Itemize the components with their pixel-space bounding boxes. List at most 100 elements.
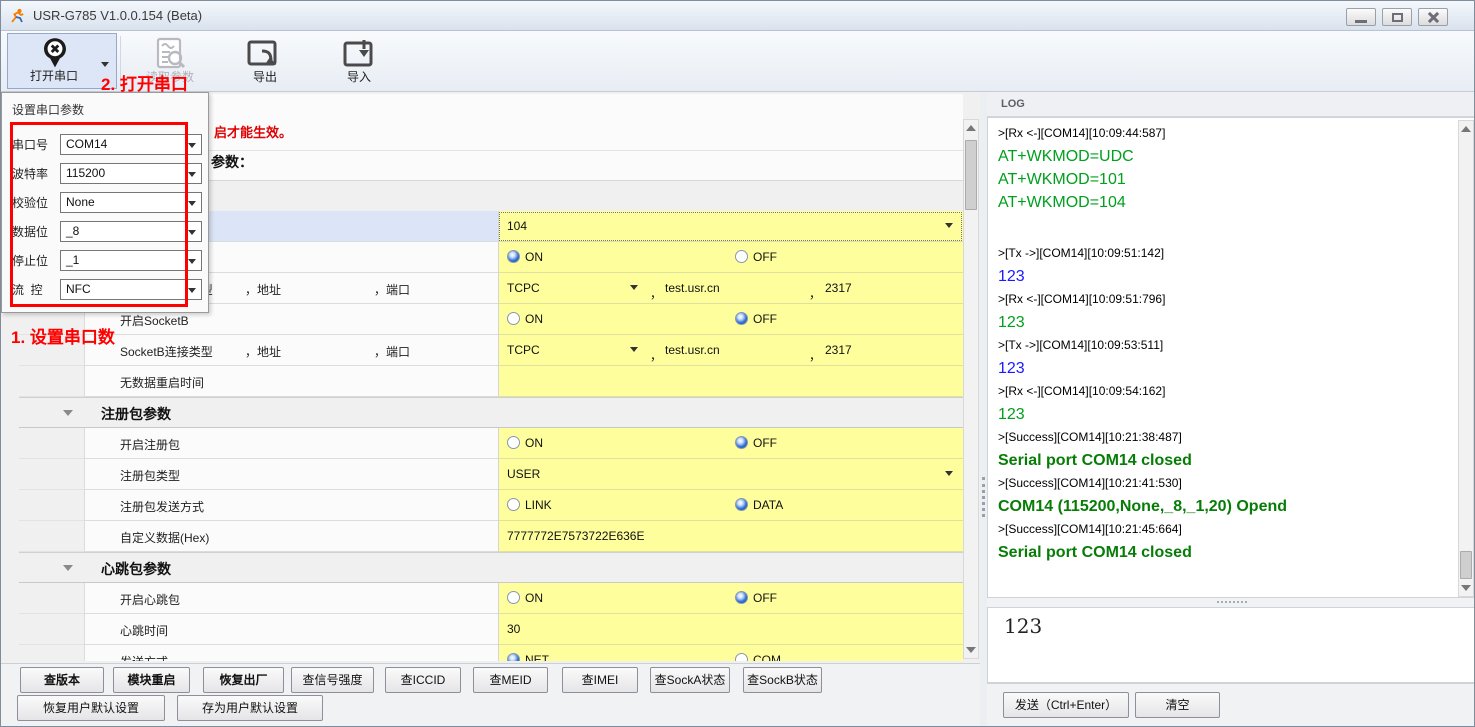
check-sockb-status-button[interactable]: 查SockB状态: [743, 667, 822, 693]
radio-data[interactable]: [735, 498, 748, 511]
export-button[interactable]: 导出: [229, 33, 301, 89]
log-line-meta: >[Rx <-][COM14][10:09:54:162]: [998, 380, 1448, 403]
log-line-meta: >[Rx <-][COM14][10:09:51:796]: [998, 288, 1448, 311]
log-line-success: COM14 (115200,None,_8,_1,20) Opend: [998, 495, 1448, 518]
socket-address-field[interactable]: test.usr.cn: [665, 343, 720, 357]
socket-proto-combo[interactable]: TCPC: [507, 343, 540, 357]
log-title: LOG: [1001, 98, 1025, 110]
row-value-cell[interactable]: 30: [498, 614, 963, 645]
check-version-button[interactable]: 查版本: [20, 667, 104, 693]
table-row-heartbeat-time[interactable]: 心跳时间 30: [19, 614, 963, 645]
chevron-down-icon[interactable]: [630, 347, 638, 352]
radio-com[interactable]: [735, 653, 748, 661]
row-value-cell[interactable]: ONOFF: [498, 428, 963, 459]
send-button[interactable]: 发送（Ctrl+Enter）: [1003, 692, 1129, 718]
panel-splitter[interactable]: [980, 92, 987, 726]
row-value-cell[interactable]: 7777772E7573722E636E: [498, 521, 963, 552]
chevron-down-icon[interactable]: [188, 230, 196, 235]
scroll-up-icon[interactable]: [1461, 126, 1471, 132]
scroll-down-icon[interactable]: [966, 647, 976, 653]
chevron-down-icon[interactable]: [945, 223, 953, 228]
app-logo-icon: [9, 8, 25, 24]
clear-button[interactable]: 清空: [1135, 692, 1220, 718]
radio-on[interactable]: [507, 436, 520, 449]
log-line-meta: >[Rx <-][COM14][10:09:44:587]: [998, 122, 1448, 145]
chevron-down-icon[interactable]: [63, 410, 73, 416]
radio-off[interactable]: [735, 312, 748, 325]
radio-off[interactable]: [735, 591, 748, 604]
table-row-reg-packet-type[interactable]: 注册包类型USER: [19, 459, 963, 490]
table-row-socketb-connection[interactable]: SocketB连接类型，地址，端口TCPC，test.usr.cn，2317: [19, 335, 963, 366]
combo-value: 104: [507, 219, 527, 233]
restore-user-defaults-button[interactable]: 恢复用户默认设置: [17, 695, 165, 721]
chevron-down-icon[interactable]: [188, 143, 196, 148]
log-action-bar: 发送（Ctrl+Enter） 清空: [987, 683, 1475, 726]
radio-on[interactable]: [507, 312, 520, 325]
chevron-down-icon[interactable]: [630, 285, 638, 290]
radio-label: OFF: [753, 591, 777, 605]
log-output-area[interactable]: >[Rx <-][COM14][10:09:44:587]AT+WKMOD=UD…: [987, 117, 1475, 598]
chevron-down-icon[interactable]: [188, 288, 196, 293]
radio-on[interactable]: [507, 591, 520, 604]
radio-off[interactable]: [735, 436, 748, 449]
row-label-cell: 自定义数据(Hex): [84, 521, 498, 552]
radio-link[interactable]: [507, 498, 520, 511]
radio-label: OFF: [753, 312, 777, 326]
row-value-cell[interactable]: ONOFF: [498, 304, 963, 335]
chevron-down-icon[interactable]: [188, 201, 196, 206]
splitter-handle[interactable]: [982, 477, 985, 517]
radio-off[interactable]: [735, 250, 748, 263]
socket-port-field[interactable]: 2317: [825, 343, 852, 357]
row-value-cell[interactable]: ONOFF: [498, 242, 963, 273]
scroll-down-icon[interactable]: [1461, 585, 1471, 591]
minimize-button[interactable]: [1346, 8, 1376, 26]
chevron-down-icon[interactable]: [188, 259, 196, 264]
dropdown-arrow-icon[interactable]: [101, 62, 109, 67]
table-row-no-data-restart[interactable]: 无数据重启时间: [19, 366, 963, 397]
radio-net[interactable]: [507, 653, 520, 661]
socket-proto-combo[interactable]: TCPC: [507, 281, 540, 295]
socket-port-field[interactable]: 2317: [825, 281, 852, 295]
radio-on[interactable]: [507, 250, 520, 263]
row-label: 心跳时间: [120, 622, 168, 639]
table-row-reg-packet-enable[interactable]: 开启注册包ONOFF: [19, 428, 963, 459]
row-value-cell[interactable]: LINKDATA: [498, 490, 963, 521]
row-value-cell[interactable]: TCPC，test.usr.cn，2317: [498, 335, 963, 366]
table-row-heartbeat-enable[interactable]: 开启心跳包ONOFF: [19, 583, 963, 614]
splitter-handle[interactable]: [1217, 601, 1247, 603]
module-restart-button[interactable]: 模块重启: [113, 667, 190, 693]
scrollbar-thumb[interactable]: [965, 140, 977, 210]
factory-reset-button[interactable]: 恢复出厂: [203, 667, 284, 693]
row-value-cell[interactable]: TCPC，test.usr.cn，2317: [498, 273, 963, 304]
check-signal-button[interactable]: 查信号强度: [291, 667, 374, 693]
chevron-down-icon[interactable]: [945, 471, 953, 476]
toolbar: 打开串口 读取参数 导出: [1, 31, 1475, 92]
row-label: 发送方式: [120, 653, 168, 661]
import-button[interactable]: 导入: [323, 33, 395, 89]
scroll-up-icon[interactable]: [966, 125, 976, 131]
row-value-cell[interactable]: ONOFF: [498, 583, 963, 614]
row-value-cell[interactable]: 104: [498, 211, 963, 242]
params-scrollbar[interactable]: [963, 119, 979, 659]
check-meid-button[interactable]: 查MEID: [473, 667, 548, 693]
table-row-send-mode[interactable]: 发送方式 NETCOM: [19, 645, 963, 661]
check-iccid-button[interactable]: 查ICCID: [385, 667, 461, 693]
check-imei-button[interactable]: 查IMEI: [562, 667, 638, 693]
table-row-reg-packet-send-mode[interactable]: 注册包发送方式LINKDATA: [19, 490, 963, 521]
row-value-cell[interactable]: USER: [498, 459, 963, 490]
scrollbar-thumb[interactable]: [1460, 551, 1472, 579]
log-input-splitter[interactable]: [987, 598, 1475, 607]
socket-address-field[interactable]: test.usr.cn: [665, 281, 720, 295]
chevron-down-icon[interactable]: [63, 565, 73, 571]
send-input-area[interactable]: 123: [987, 607, 1475, 683]
close-button[interactable]: [1418, 8, 1448, 26]
table-row-custom-data-hex[interactable]: 自定义数据(Hex)7777772E7573722E636E: [19, 521, 963, 552]
log-header: LOG: [987, 92, 1475, 117]
row-value-cell[interactable]: NETCOM: [498, 645, 963, 661]
save-user-defaults-button[interactable]: 存为用户默认设置: [177, 695, 323, 721]
chevron-down-icon[interactable]: [188, 172, 196, 177]
log-scrollbar[interactable]: [1458, 120, 1474, 597]
row-value-cell[interactable]: [498, 366, 963, 397]
check-socka-status-button[interactable]: 查SockA状态: [650, 667, 730, 693]
maximize-button[interactable]: [1382, 8, 1412, 26]
